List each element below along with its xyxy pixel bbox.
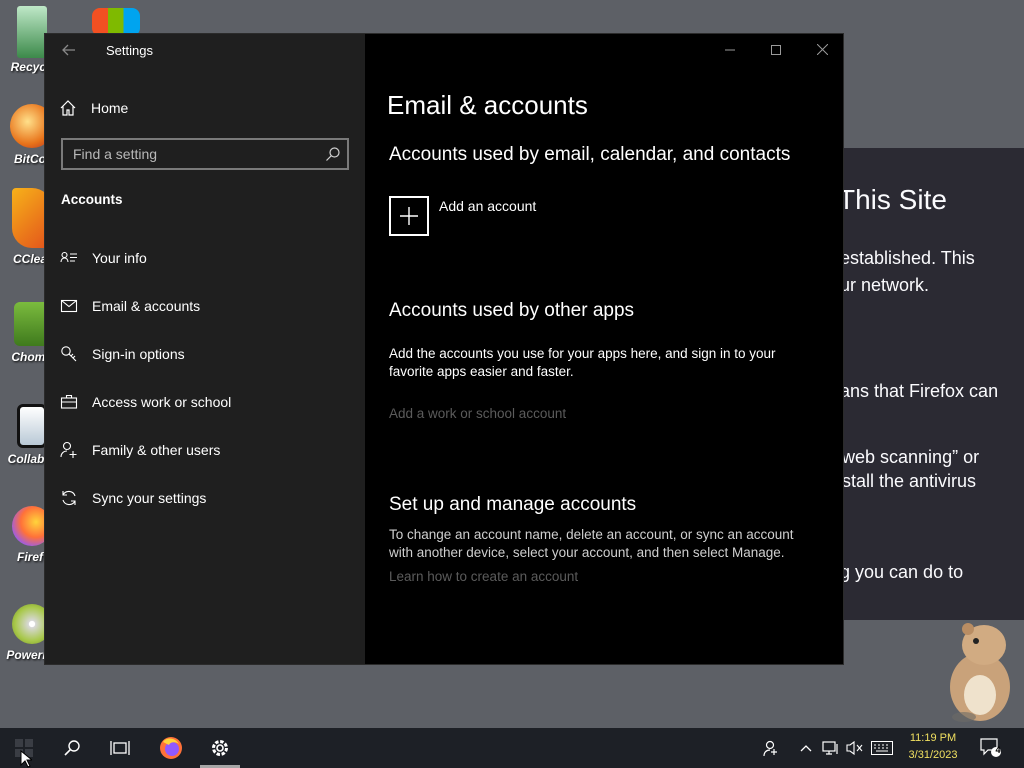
- envelope-icon: [60, 299, 78, 313]
- network-button[interactable]: [820, 728, 842, 768]
- chevron-up-icon: [800, 745, 812, 752]
- section-title-manage-accounts: Set up and manage accounts: [389, 494, 637, 515]
- sidebar-item-your-info[interactable]: Your info: [45, 238, 365, 278]
- add-account-tile[interactable]: [389, 196, 429, 236]
- search-button[interactable]: [50, 728, 94, 768]
- background-browser-page: This Site established. This ur network. …: [844, 148, 1024, 620]
- network-icon: [822, 741, 838, 755]
- taskbar: 11:19 PM 3/31/2023 4: [0, 728, 1024, 768]
- sidebar-item-label: Sign-in options: [92, 346, 185, 362]
- sidebar-item-access-work-school[interactable]: Access work or school: [45, 382, 365, 422]
- back-arrow-icon[interactable]: [61, 42, 77, 58]
- person-add-icon: [60, 441, 77, 458]
- sidebar-item-label: Family & other users: [92, 442, 221, 458]
- section-title-email-calendar: Accounts used by email, calendar, and co…: [389, 144, 791, 165]
- settings-search-box[interactable]: [61, 138, 349, 170]
- background-text: ans that Firefox can: [844, 381, 999, 401]
- sidebar-item-label: Your info: [92, 250, 147, 266]
- plus-icon: [400, 207, 418, 225]
- home-icon: [60, 100, 76, 116]
- task-view-button[interactable]: [98, 728, 142, 768]
- sidebar-item-label: Email & accounts: [92, 298, 201, 314]
- action-center-button[interactable]: 4: [974, 728, 1008, 768]
- page-title: Email & accounts: [387, 90, 588, 120]
- task-view-icon: [110, 741, 130, 755]
- manage-accounts-description: To change an account name, delete an acc…: [389, 527, 794, 560]
- hamster-mascot-image: [950, 623, 1010, 722]
- background-text: established. This: [844, 248, 975, 268]
- background-text: g you can do to: [844, 562, 964, 582]
- search-icon: [326, 147, 340, 161]
- section-heading: Accounts: [61, 192, 123, 207]
- collab-icon: [17, 404, 47, 448]
- search-input[interactable]: [63, 140, 347, 168]
- store-app-icon[interactable]: [92, 8, 140, 36]
- taskbar-firefox[interactable]: [148, 728, 194, 768]
- volume-button[interactable]: [844, 728, 866, 768]
- volume-muted-icon: [846, 740, 863, 756]
- keyboard-icon: [871, 741, 893, 755]
- settings-gear-icon: [212, 740, 228, 756]
- people-icon: [763, 740, 777, 757]
- other-apps-description: Add the accounts you use for your apps h…: [389, 346, 776, 379]
- sidebar-item-family-other-users[interactable]: Family & other users: [45, 430, 365, 470]
- notification-count-badge: 4: [995, 745, 1001, 755]
- sidebar-item-email-accounts[interactable]: Email & accounts: [45, 286, 365, 326]
- background-text: web scanning” or: [844, 447, 980, 467]
- settings-content: Email & accounts Accounts used by email,…: [365, 34, 843, 664]
- window-title: Settings: [106, 43, 153, 58]
- background-heading: This Site: [844, 184, 947, 215]
- background-text: stall the antivirus: [844, 471, 977, 491]
- touch-keyboard-button[interactable]: [868, 728, 896, 768]
- learn-create-account-link[interactable]: Learn how to create an account: [389, 569, 578, 584]
- key-icon: [61, 346, 77, 362]
- sidebar-item-label: Sync your settings: [92, 490, 207, 506]
- background-text: ur network.: [844, 275, 930, 295]
- recycle-bin-icon: [17, 6, 47, 58]
- sync-icon: [62, 490, 76, 506]
- person-card-icon: [60, 251, 77, 263]
- add-work-school-link[interactable]: Add a work or school account: [389, 406, 566, 421]
- settings-window: Settings Home Accounts Your info Email &…: [44, 33, 844, 665]
- firefox-icon: [160, 737, 182, 759]
- section-title-other-apps: Accounts used by other apps: [389, 300, 635, 321]
- taskbar-settings[interactable]: [198, 728, 242, 768]
- sidebar-item-sync-settings[interactable]: Sync your settings: [45, 478, 365, 518]
- mouse-cursor-icon: [20, 750, 32, 768]
- search-icon: [64, 740, 80, 756]
- home-label: Home: [91, 100, 129, 116]
- briefcase-icon: [60, 394, 78, 409]
- add-account-button[interactable]: Add an account: [439, 198, 536, 214]
- home-nav-item[interactable]: Home: [59, 97, 128, 119]
- people-button[interactable]: [756, 728, 786, 768]
- clock-date: 3/31/2023: [908, 749, 958, 761]
- settings-sidebar: Settings Home Accounts Your info Email &…: [45, 34, 365, 664]
- sidebar-item-sign-in-options[interactable]: Sign-in options: [45, 334, 365, 374]
- sidebar-item-label: Access work or school: [92, 394, 232, 410]
- show-hidden-icons-button[interactable]: [796, 728, 816, 768]
- clock-time: 11:19 PM: [909, 732, 957, 744]
- taskbar-clock[interactable]: 11:19 PM 3/31/2023: [900, 730, 966, 764]
